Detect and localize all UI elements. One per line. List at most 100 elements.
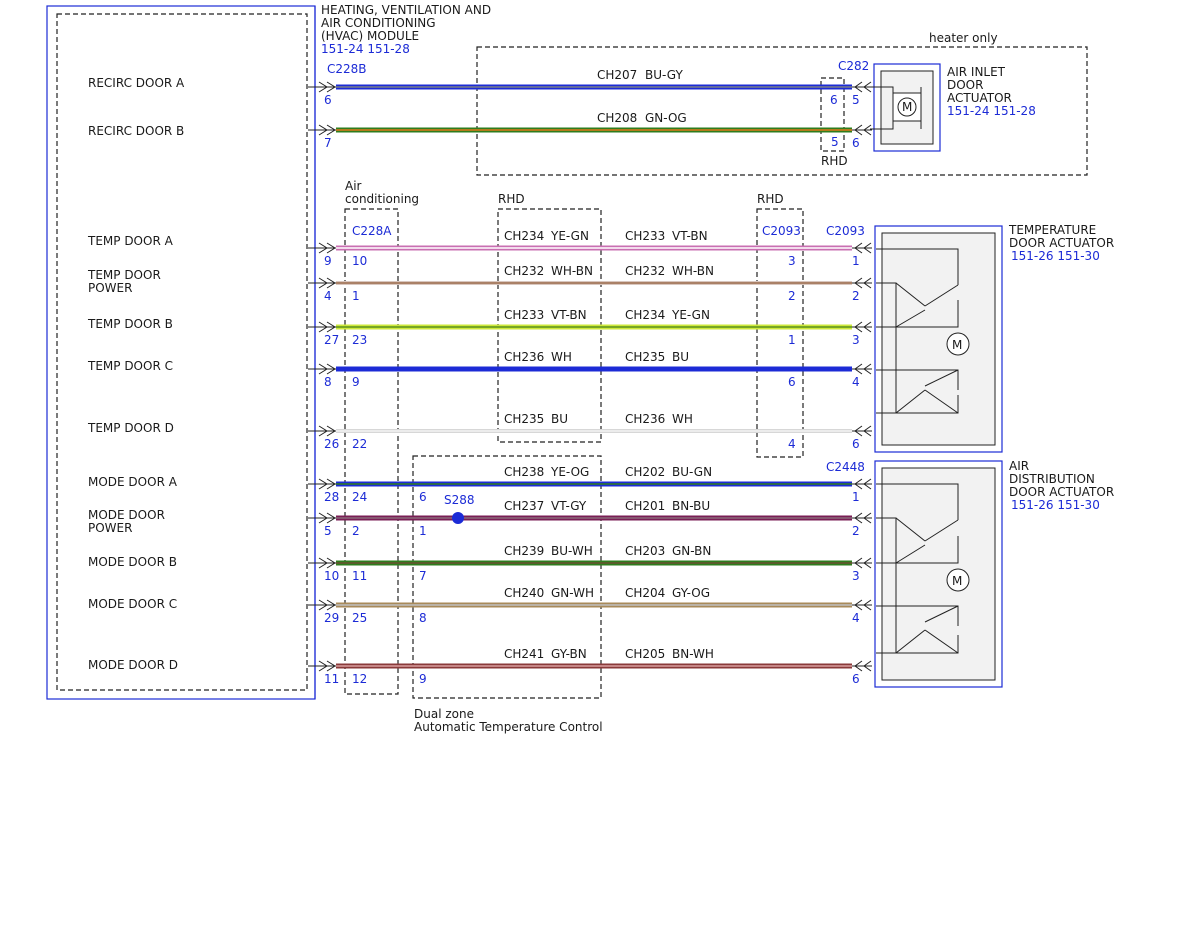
wire-9-pin-c228b: 10 [324, 569, 339, 583]
wire-4-pin-actuator: 3 [852, 333, 860, 347]
wire-4-pin-c228b: 27 [324, 333, 339, 347]
wire-2-left-color: YE-GN [550, 229, 589, 243]
wire-5-pin-c228b: 8 [324, 375, 332, 389]
airdist-actuator-refs: 151-26 151-30 [1011, 498, 1100, 512]
wire-10-pin-c228b: 29 [324, 611, 339, 625]
hvac-module-title-1: HEATING, VENTILATION AND [321, 3, 491, 17]
wire-5-pin-mid: 6 [788, 375, 796, 389]
wire-0-right-circuit: CH207 [597, 68, 637, 82]
wire-1-pin-actuator: 6 [852, 136, 860, 150]
wire-4-pin-mid: 1 [788, 333, 796, 347]
wire-8-pin-dual-zone: 1 [419, 524, 427, 538]
signal-temp-door-power-2: POWER [88, 281, 132, 295]
signal-mode-door-d: MODE DOOR D [88, 658, 178, 672]
dual-zone-box [412, 455, 602, 699]
signal-temp-door-d: TEMP DOOR D [87, 421, 174, 435]
wire-3-pin-c228a: 1 [352, 289, 360, 303]
airdist-actuator-title-1: AIR [1009, 459, 1029, 473]
signal-temp-door-b: TEMP DOOR B [87, 317, 173, 331]
splice-s288-dot [452, 512, 464, 524]
signal-mode-door-b: MODE DOOR B [88, 555, 177, 569]
wire-4-left-color: VT-BN [551, 308, 587, 322]
c282-rhd-label: RHD [821, 154, 848, 168]
wire-3-right-color: WH-BN [672, 264, 714, 278]
wire-1-right-circuit: CH208 [597, 111, 637, 125]
wire-9-right-circuit: CH203 [625, 544, 665, 558]
wire-10-pin-dual-zone: 8 [419, 611, 427, 625]
wire-10-right-circuit: CH204 [625, 586, 665, 600]
rhd-left-label: RHD [498, 192, 525, 206]
wire-5-left-circuit: CH236 [504, 350, 544, 364]
connector-c2093-mid: C2093 [762, 224, 801, 238]
wire-11-pin-c228b: 11 [324, 672, 339, 686]
hvac-wiring-diagram: HEATING, VENTILATION AND AIR CONDITIONIN… [46, 3, 1114, 734]
connector-c2448: C2448 [826, 460, 865, 474]
wire-3-left-circuit: CH232 [504, 264, 544, 278]
wire-9-left-color: BU-WH [551, 544, 593, 558]
wire-7-pin-c228b: 28 [324, 490, 339, 504]
wire-10-pin-c228a: 25 [352, 611, 367, 625]
signal-mode-door-power-2: POWER [88, 521, 132, 535]
air-inlet-title-3: ACTUATOR [947, 91, 1012, 105]
heater-only-label: heater only [929, 31, 998, 45]
wire-6-pin-actuator: 6 [852, 437, 860, 451]
wire-11-pin-dual-zone: 9 [419, 672, 427, 686]
air-distribution-door-actuator: M AIR DISTRIBUTION DOOR ACTUATOR 151-26 … [874, 459, 1114, 688]
temp-actuator-refs: 151-26 151-30 [1011, 249, 1100, 263]
connector-c228b: C228B [327, 62, 367, 76]
airdist-actuator-body [881, 467, 996, 681]
wire-11-pin-actuator: 6 [852, 672, 860, 686]
signal-labels: RECIRC DOOR A RECIRC DOOR B TEMP DOOR A … [87, 76, 185, 672]
wire-harness: 6 56CH207 BU-GY7 6CH208 GN-OG9 10 13CH234 YE-GN… [308, 68, 872, 686]
wire-2-right-color: VT-BN [672, 229, 708, 243]
wire-0-pin-actuator: 5 [852, 93, 860, 107]
wire-3-pin-mid: 2 [788, 289, 796, 303]
hvac-module-title-2: AIR CONDITIONING [321, 16, 436, 30]
signal-mode-door-a: MODE DOOR A [88, 475, 178, 489]
wire-9-left-circuit: CH239 [504, 544, 544, 558]
wire-9-pin-dual-zone: 7 [419, 569, 427, 583]
wire-10-right-color: GY-OG [672, 586, 710, 600]
airdist-actuator-title-3: DOOR ACTUATOR [1009, 485, 1114, 499]
signal-mode-door-power: MODE DOOR [88, 508, 165, 522]
temp-actuator-title-2: DOOR ACTUATOR [1009, 236, 1114, 250]
connector-c228a: C228A [352, 224, 392, 238]
wire-4-right-color: YE-GN [671, 308, 710, 322]
wire-8-left-color: VT-GY [551, 499, 587, 513]
wire-1-pin-c228b: 7 [324, 136, 332, 150]
wire-7-left-circuit: CH238 [504, 465, 544, 479]
wire-10-left-circuit: CH240 [504, 586, 544, 600]
wire-7-pin-actuator: 1 [852, 490, 860, 504]
wire-8-right-color: BN-BU [672, 499, 710, 513]
dual-zone-label-1: Dual zone [414, 707, 474, 721]
airdist-actuator-motor-symbol: M [952, 574, 962, 588]
wire-7-pin-c228a: 24 [352, 490, 367, 504]
wire-8-pin-c228a: 2 [352, 524, 360, 538]
aircon-label-2: conditioning [345, 192, 419, 206]
hvac-module-title-3: (HVAC) MODULE [321, 29, 419, 43]
wire-5-pin-c228a: 9 [352, 375, 360, 389]
signal-mode-door-c: MODE DOOR C [88, 597, 177, 611]
signal-temp-door-c: TEMP DOOR C [87, 359, 173, 373]
splice-s288-label: S288 [444, 493, 475, 507]
connector-c282: C282 [838, 59, 869, 73]
signal-temp-door-a: TEMP DOOR A [87, 234, 174, 248]
wire-5-right-circuit: CH235 [625, 350, 665, 364]
wire-7-left-color: YE-OG [550, 465, 589, 479]
wire-3-pin-actuator: 2 [852, 289, 860, 303]
hvac-module-refs: 151-24 151-28 [321, 42, 410, 56]
wire-11-right-circuit: CH205 [625, 647, 665, 661]
wire-6-pin-c228b: 26 [324, 437, 339, 451]
air-inlet-refs: 151-24 151-28 [947, 104, 1036, 118]
temperature-door-actuator: M TEMPERATURE DOOR ACTUATOR 151-26 151-3… [874, 223, 1114, 453]
wire-2-pin-actuator: 1 [852, 254, 860, 268]
wire-7-right-color: BU-GN [672, 465, 712, 479]
wire-0-right-color: BU-GY [645, 68, 683, 82]
air-inlet-title-1: AIR INLET [947, 65, 1006, 79]
wire-6-left-color: BU [551, 412, 568, 426]
wire-11-left-color: GY-BN [551, 647, 587, 661]
wire-2-pin-mid: 3 [788, 254, 796, 268]
wire-11-pin-c228a: 12 [352, 672, 367, 686]
air-inlet-actuator: M AIR INLET DOOR ACTUATOR 151-24 151-28 [870, 63, 1036, 152]
wire-5-pin-actuator: 4 [852, 375, 860, 389]
